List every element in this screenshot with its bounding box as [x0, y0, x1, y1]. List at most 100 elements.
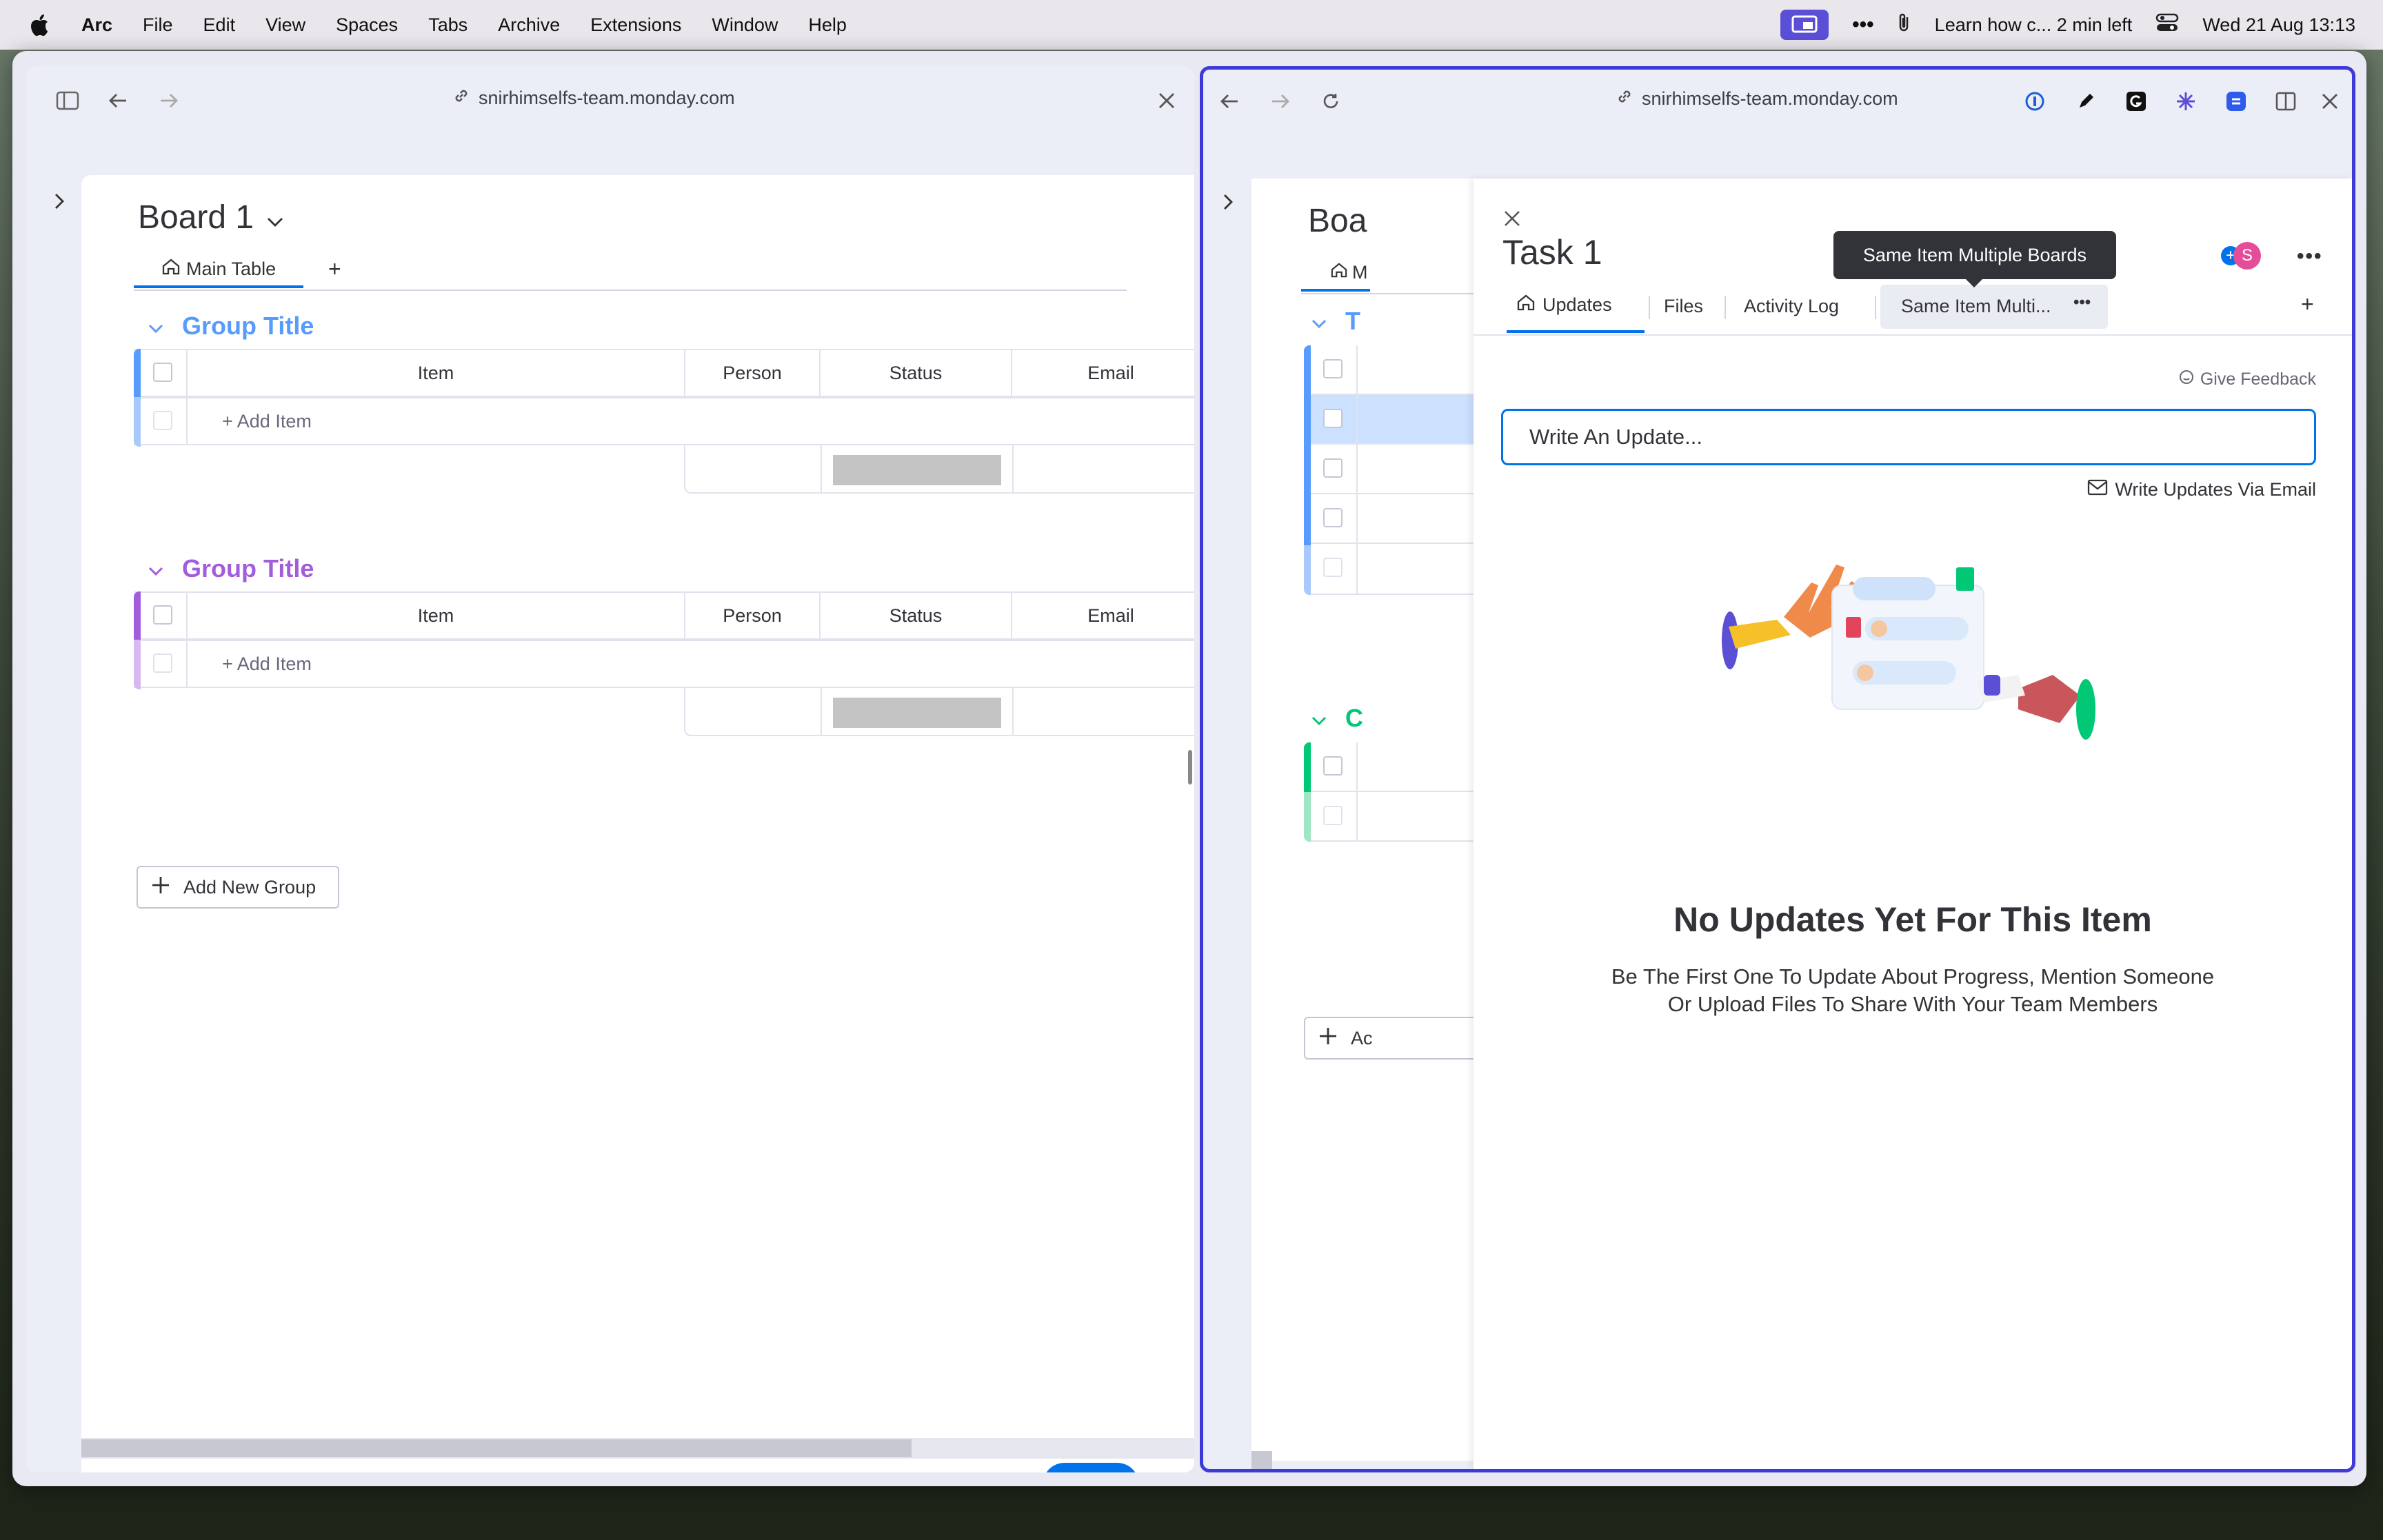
menu-tabs[interactable]: Tabs: [428, 14, 467, 36]
avatar[interactable]: S: [2233, 242, 2261, 270]
close-panel-icon[interactable]: [1498, 205, 1526, 232]
task-title[interactable]: Task 1: [1502, 232, 1602, 272]
chevron-down-icon[interactable]: [1311, 307, 1327, 336]
close-icon[interactable]: [2316, 88, 2344, 115]
chevron-down-icon[interactable]: [148, 554, 164, 583]
column-person[interactable]: Person: [684, 593, 819, 638]
chevron-right-icon[interactable]: [1214, 188, 1242, 216]
add-view-button[interactable]: +: [328, 256, 341, 282]
back-arrow-icon[interactable]: [1216, 88, 1243, 115]
group-title[interactable]: Group Title: [182, 312, 314, 341]
group-title[interactable]: Group Title: [182, 554, 314, 583]
menu-archive[interactable]: Archive: [498, 14, 560, 36]
url-text[interactable]: snirhimselfs-team.monday.com: [1642, 88, 1898, 110]
back-arrow-icon[interactable]: [104, 87, 132, 114]
menu-extensions[interactable]: Extensions: [590, 14, 681, 36]
chevron-right-icon[interactable]: [46, 188, 73, 215]
select-all-checkbox[interactable]: [1323, 756, 1343, 776]
sidebar-toggle-icon[interactable]: [54, 87, 81, 114]
tab-files[interactable]: Files: [1664, 279, 1703, 333]
column-status[interactable]: Status: [819, 350, 1011, 396]
column-item[interactable]: Item: [186, 350, 684, 396]
menu-help[interactable]: Help: [808, 14, 847, 36]
datetime[interactable]: Wed 21 Aug 13:13: [2202, 14, 2355, 36]
column-item[interactable]: Item: [186, 593, 684, 638]
select-all-checkbox[interactable]: [1323, 359, 1343, 378]
group-title[interactable]: C: [1345, 704, 1363, 733]
add-tab-button[interactable]: +: [2301, 292, 2314, 317]
password-manager-icon[interactable]: [2021, 88, 2049, 115]
board-title[interactable]: Board 1: [138, 199, 254, 236]
group-title[interactable]: T: [1345, 307, 1360, 336]
menu-arc[interactable]: Arc: [81, 14, 112, 36]
paperclip-icon[interactable]: [1898, 12, 1911, 39]
menu-spaces[interactable]: Spaces: [336, 14, 398, 36]
help-button[interactable]: Help: [1043, 1463, 1139, 1472]
row-checkbox[interactable]: [1323, 458, 1343, 478]
add-new-group-button[interactable]: Ac: [1304, 1017, 1479, 1060]
row-checkbox[interactable]: [1323, 409, 1343, 428]
row-checkbox[interactable]: [153, 411, 172, 430]
panel-tabs: Updates Files Activity Log Same Item Mul…: [1474, 279, 2352, 336]
row-checkbox[interactable]: [153, 654, 172, 673]
chevron-down-icon[interactable]: [266, 199, 284, 236]
row-checkbox[interactable]: [1323, 806, 1343, 825]
empty-state-title: No Updates Yet For This Item: [1673, 900, 2152, 939]
forward-arrow-icon[interactable]: [155, 87, 183, 114]
url-text[interactable]: snirhimselfs-team.monday.com: [479, 88, 735, 109]
extension-icon[interactable]: [2222, 88, 2250, 115]
tab-main-table[interactable]: Main Table: [134, 252, 304, 288]
column-status[interactable]: Status: [819, 593, 1011, 638]
add-new-group-button[interactable]: Add New Group: [137, 866, 339, 909]
give-feedback-link[interactable]: Give Feedback: [2178, 369, 2316, 390]
add-item-input[interactable]: + Add Item: [222, 654, 312, 675]
add-new-group-label: Add New Group: [183, 876, 316, 898]
split-divider-handle[interactable]: [1188, 750, 1192, 784]
status-summary-bar[interactable]: [833, 698, 1001, 728]
tab-same-item[interactable]: Same Item Multi... •••: [1880, 285, 2108, 329]
close-icon[interactable]: [1153, 87, 1180, 114]
status-text[interactable]: Learn how c... 2 min left: [1935, 14, 2133, 36]
menu-window[interactable]: Window: [712, 14, 778, 36]
pen-icon[interactable]: [2072, 88, 2100, 115]
screen-share-icon[interactable]: [1780, 10, 1829, 40]
column-email[interactable]: Email: [1011, 350, 1194, 396]
right-pane: snirhimselfs-team.monday.com Boa M T C A…: [1200, 66, 2355, 1472]
write-update-input[interactable]: Write An Update...: [1501, 409, 2316, 465]
tab-activity-log[interactable]: Activity Log: [1744, 279, 1839, 333]
column-email[interactable]: Email: [1011, 593, 1194, 638]
control-center-icon[interactable]: [2155, 12, 2179, 38]
row-checkbox[interactable]: [1323, 558, 1343, 577]
forward-arrow-icon[interactable]: [1267, 88, 1294, 115]
scrollbar-thumb[interactable]: [1251, 1451, 1272, 1469]
subscribers[interactable]: + S: [2221, 241, 2269, 271]
menu-file[interactable]: File: [143, 14, 173, 36]
tab-updates[interactable]: Updates: [1507, 279, 1645, 333]
status-summary-bar[interactable]: [833, 455, 1001, 485]
write-via-email-link[interactable]: Write Updates Via Email: [2087, 479, 2316, 500]
tab-options-icon[interactable]: •••: [2073, 293, 2091, 312]
more-options-icon[interactable]: •••: [2297, 245, 2323, 268]
chevron-down-icon[interactable]: [1311, 704, 1327, 733]
tab-main-table[interactable]: M: [1301, 256, 1370, 292]
plus-icon: [150, 875, 171, 900]
chevron-down-icon[interactable]: [148, 312, 164, 341]
arc-window: snirhimselfs-team.monday.com Board 1 Mai…: [12, 51, 2366, 1486]
select-all-checkbox[interactable]: [153, 605, 172, 625]
horizontal-scrollbar[interactable]: [81, 1438, 1194, 1459]
group-table: [1304, 742, 1479, 843]
menu-edit[interactable]: Edit: [203, 14, 236, 36]
grammarly-icon[interactable]: [2122, 88, 2150, 115]
split-view-icon[interactable]: [2272, 88, 2300, 115]
add-item-input[interactable]: + Add Item: [222, 411, 312, 432]
reload-icon[interactable]: [1317, 88, 1345, 115]
scrollbar-thumb[interactable]: [81, 1439, 912, 1457]
board-title[interactable]: Boa: [1308, 202, 1367, 240]
select-all-checkbox[interactable]: [153, 363, 172, 382]
row-checkbox[interactable]: [1323, 508, 1343, 527]
apple-icon[interactable]: [28, 13, 51, 37]
menu-view[interactable]: View: [265, 14, 305, 36]
column-person[interactable]: Person: [684, 350, 819, 396]
more-dots-icon[interactable]: •••: [1852, 13, 1874, 37]
sparkle-extension-icon[interactable]: [2172, 88, 2200, 115]
